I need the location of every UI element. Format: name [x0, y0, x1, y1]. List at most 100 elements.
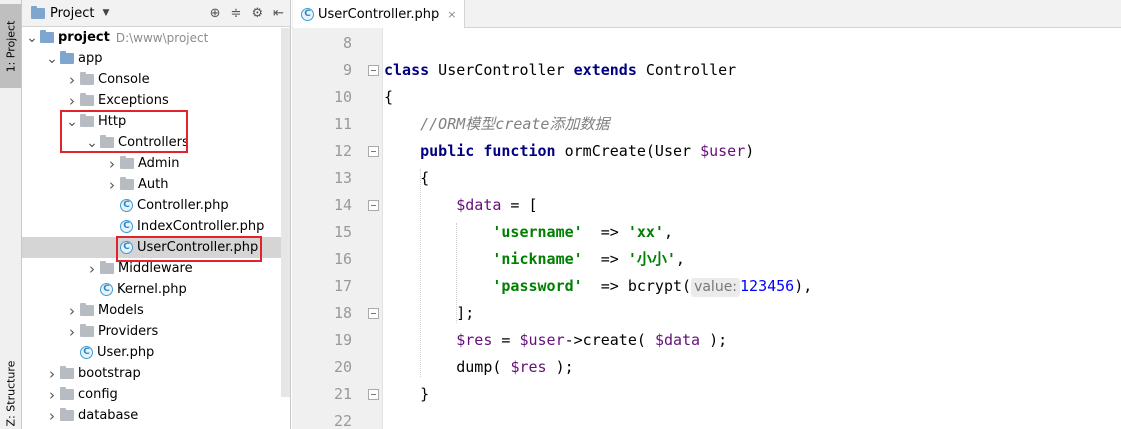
folder-icon	[80, 324, 94, 337]
code-token: public function	[420, 142, 556, 160]
highlight-box-http-controllers	[60, 110, 188, 153]
folder-icon	[60, 366, 74, 379]
tree-row[interactable]: › Exceptions	[22, 90, 290, 111]
line-number: 10	[333, 88, 352, 106]
tree-item-label: IndexController.php	[137, 219, 265, 234]
tree-row[interactable]: C User.php	[22, 342, 290, 363]
fold-marker-icon[interactable]	[368, 389, 379, 400]
code-token: //ORM模型create添加数据	[420, 115, 610, 133]
line-number: 21	[333, 385, 352, 403]
structure-tool-tab[interactable]: Z: Structure	[0, 360, 21, 426]
gear-icon[interactable]: ⚙	[251, 6, 263, 21]
chevron-right-icon[interactable]: ›	[64, 93, 80, 108]
close-icon[interactable]: ×	[447, 8, 456, 21]
tree-row[interactable]: › Models	[22, 300, 290, 321]
tree-row[interactable]: › database	[22, 405, 290, 426]
fold-marker-icon[interactable]	[368, 308, 379, 319]
project-panel: Project ▼ ⊕ ≑ ⚙ ⇤ ⌄ project D:\www\project…	[22, 0, 291, 429]
chevron-right-icon[interactable]: ›	[44, 387, 60, 402]
tree-row[interactable]: ⌄ app	[22, 48, 290, 69]
chevron-right-icon[interactable]: ›	[64, 72, 80, 87]
code-line[interactable]: }	[384, 381, 429, 408]
code-line[interactable]: dump( $res );	[384, 354, 574, 381]
chevron-right-icon[interactable]: ›	[104, 156, 120, 171]
code-token: extends	[573, 61, 637, 79]
locate-file-icon[interactable]: ⊕	[210, 6, 221, 21]
code-line[interactable]: $res = $user->create( $data );	[384, 327, 727, 354]
code-token: ),	[794, 277, 813, 295]
chevron-down-icon[interactable]: ▼	[102, 8, 109, 18]
code-token: $data	[456, 196, 502, 214]
tree-row[interactable]: C IndexController.php	[22, 216, 290, 237]
code-line[interactable]: 'nickname' => '小小',	[384, 246, 685, 273]
hide-panel-icon[interactable]: ⇤	[273, 6, 284, 21]
chevron-down-icon[interactable]: ⌄	[44, 52, 60, 66]
tree-row[interactable]: C Kernel.php	[22, 279, 290, 300]
tree-row[interactable]: › Auth	[22, 174, 290, 195]
code-token: '小小'	[627, 250, 676, 268]
chevron-right-icon[interactable]: ›	[84, 261, 100, 276]
chevron-right-icon[interactable]: ›	[44, 366, 60, 381]
code-line[interactable]: 'username' => 'xx',	[384, 219, 673, 246]
chevron-right-icon[interactable]: ›	[104, 177, 120, 192]
code-token: );	[546, 358, 574, 376]
tree-item-label: Console	[98, 72, 150, 87]
line-number: 12	[333, 142, 352, 160]
tree-row[interactable]: › Admin	[22, 153, 290, 174]
tree-row[interactable]: ⌄ project D:\www\project	[22, 27, 290, 48]
code-line[interactable]: //ORM模型create添加数据	[384, 111, 609, 138]
code-token: }	[384, 385, 430, 403]
fold-marker-icon[interactable]	[368, 200, 379, 211]
project-view-selector[interactable]: Project	[50, 6, 94, 21]
folder-icon	[60, 408, 74, 421]
parameter-hint: value:	[691, 278, 741, 297]
highlight-box-usercontroller	[116, 236, 262, 262]
code-line[interactable]: class UserController extends Controller	[384, 57, 736, 84]
code-token: ,	[675, 250, 685, 268]
chevron-right-icon[interactable]: ›	[44, 408, 60, 423]
tree-row[interactable]: C Controller.php	[22, 195, 290, 216]
collapse-all-icon[interactable]: ≑	[231, 6, 242, 21]
code-line[interactable]: {	[384, 165, 429, 192]
code-token: {	[384, 169, 430, 187]
code-token: = [	[501, 196, 538, 214]
project-tool-tab[interactable]: 1: Project	[0, 4, 21, 88]
chevron-right-icon[interactable]: ›	[64, 324, 80, 339]
folder-icon	[40, 30, 54, 43]
code-line[interactable]: public function ormCreate(User $user)	[384, 138, 754, 165]
tree-item-label: app	[78, 51, 103, 66]
line-number: 18	[333, 304, 352, 322]
tab-usercontroller[interactable]: C UserController.php ×	[293, 0, 466, 28]
line-number: 8	[342, 34, 352, 52]
code-token: $res	[456, 331, 493, 349]
line-number: 9	[342, 61, 352, 79]
tree-row[interactable]: › config	[22, 384, 290, 405]
tree-item-label: Exceptions	[98, 93, 169, 108]
chevron-right-icon[interactable]: ›	[64, 303, 80, 318]
tree-item-label: config	[78, 387, 118, 402]
folder-icon	[80, 93, 94, 106]
code-line[interactable]: {	[384, 84, 393, 111]
code-line[interactable]: 'password' => bcrypt(value: 123456),	[384, 273, 812, 300]
tree-scrollbar[interactable]	[281, 28, 290, 397]
folder-icon	[60, 51, 74, 64]
tree-row[interactable]: › Console	[22, 69, 290, 90]
line-number: 19	[333, 331, 352, 349]
project-view-icon	[31, 5, 45, 19]
code-token: => bcrypt(	[582, 277, 692, 295]
chevron-down-icon[interactable]: ⌄	[24, 31, 40, 45]
folder-icon	[120, 177, 134, 190]
code-token: $data	[654, 331, 701, 349]
code-token: Controller	[636, 61, 737, 79]
code-token: UserController	[429, 61, 574, 79]
tree-item-label: Providers	[98, 324, 159, 339]
tree-row[interactable]: › bootstrap	[22, 363, 290, 384]
fold-marker-icon[interactable]	[368, 65, 379, 76]
code-line[interactable]: $data = [	[384, 192, 538, 219]
code-line[interactable]: ];	[384, 300, 474, 327]
tree-row[interactable]: › Providers	[22, 321, 290, 342]
fold-marker-icon[interactable]	[368, 146, 379, 157]
